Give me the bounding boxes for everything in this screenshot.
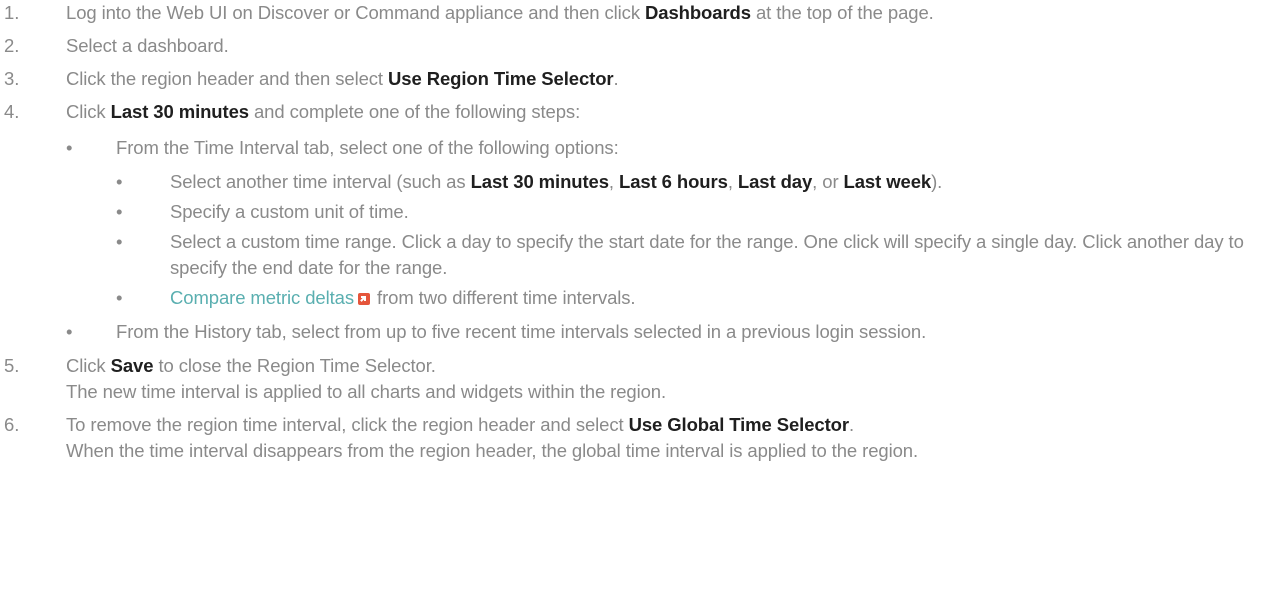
text: ). (931, 171, 943, 192)
step-1: 1. Log into the Web UI on Discover or Co… (0, 0, 1283, 26)
step-result: The new time interval is applied to all … (66, 381, 667, 402)
bold-term: Last day (737, 171, 813, 192)
step-number: 4. (4, 101, 20, 122)
bullet-glyph: • (66, 137, 73, 158)
step-number: 5. (4, 355, 20, 376)
option-custom-unit: • Specify a custom unit of time. (116, 199, 1273, 225)
bold-term-use-region-time-selector: Use Region Time Selector (388, 68, 614, 89)
option-custom-range: • Select a custom time range. Click a da… (116, 229, 1273, 281)
text: . (848, 414, 855, 435)
bullet-history-tab: • From the History tab, select from up t… (66, 319, 1273, 345)
bold-term: Last 30 minutes (470, 171, 609, 192)
step-5: 5. Click Save to close the Region Time S… (0, 353, 1283, 405)
text: From the History tab, select from up to … (116, 321, 927, 342)
bold-term-last-30-minutes: Last 30 minutes (110, 101, 249, 122)
text: Select another time interval (such as (170, 171, 471, 192)
external-link-icon[interactable] (358, 293, 370, 305)
step-6: 6. To remove the region time interval, c… (0, 412, 1283, 464)
step-4-bullets: • From the Time Interval tab, select one… (66, 135, 1273, 345)
bold-term-use-global-time-selector: Use Global Time Selector (628, 414, 849, 435)
text: from two different time intervals. (372, 287, 636, 308)
bold-term: Last 6 hours (619, 171, 728, 192)
bold-term-save: Save (110, 355, 154, 376)
step-text: Log into the Web UI on Discover or Comma… (66, 0, 1273, 26)
text: to close the Region Time Selector. (153, 355, 436, 376)
text: Click (66, 101, 111, 122)
text: Specify a custom unit of time. (170, 201, 409, 222)
step-number: 1. (4, 2, 20, 23)
bullet-time-interval-tab: • From the Time Interval tab, select one… (66, 135, 1273, 311)
step-3: 3. Click the region header and then sele… (0, 66, 1283, 92)
step-result: When the time interval disappears from t… (66, 440, 918, 461)
step-4: 4. Click Last 30 minutes and complete on… (0, 99, 1283, 345)
bullet-glyph: • (116, 287, 123, 308)
step-2: 2. Select a dashboard. (0, 33, 1283, 59)
text: , (727, 171, 738, 192)
instruction-document: 1. Log into the Web UI on Discover or Co… (0, 0, 1283, 464)
text: , (608, 171, 619, 192)
text: From the Time Interval tab, select one o… (116, 137, 619, 158)
step-text: Click Last 30 minutes and complete one o… (66, 99, 1273, 125)
text: Click the region header and then select (66, 68, 389, 89)
step-number: 2. (4, 35, 20, 56)
bullet-glyph: • (116, 171, 123, 192)
text: Click (66, 355, 111, 376)
option-compare-deltas: • Compare metric deltas from two differe… (116, 285, 1273, 311)
step-text: Click Save to close the Region Time Sele… (66, 353, 1273, 379)
text: Select a custom time range. Click a day … (170, 231, 1244, 278)
text: at the top of the page. (750, 2, 934, 23)
step-number: 3. (4, 68, 20, 89)
text: and complete one of the following steps: (248, 101, 581, 122)
text: . (613, 68, 619, 89)
text: Log into the Web UI on Discover or Comma… (66, 2, 646, 23)
compare-metric-deltas-link[interactable]: Compare metric deltas (170, 287, 354, 308)
text: , or (812, 171, 844, 192)
step-number: 6. (4, 414, 20, 435)
step-text: To remove the region time interval, clic… (66, 412, 1273, 438)
time-interval-options: • Select another time interval (such as … (116, 169, 1273, 311)
bullet-glyph: • (116, 201, 123, 222)
text: Select a dashboard. (66, 35, 229, 56)
text: To remove the region time interval, clic… (66, 414, 629, 435)
bullet-glyph: • (116, 231, 123, 252)
option-select-time-interval: • Select another time interval (such as … (116, 169, 1273, 195)
bold-term-dashboards: Dashboards (645, 2, 751, 23)
bullet-glyph: • (66, 321, 73, 342)
step-text: Select a dashboard. (66, 33, 1273, 59)
step-text: Click the region header and then select … (66, 66, 1273, 92)
bold-term: Last week (843, 171, 932, 192)
